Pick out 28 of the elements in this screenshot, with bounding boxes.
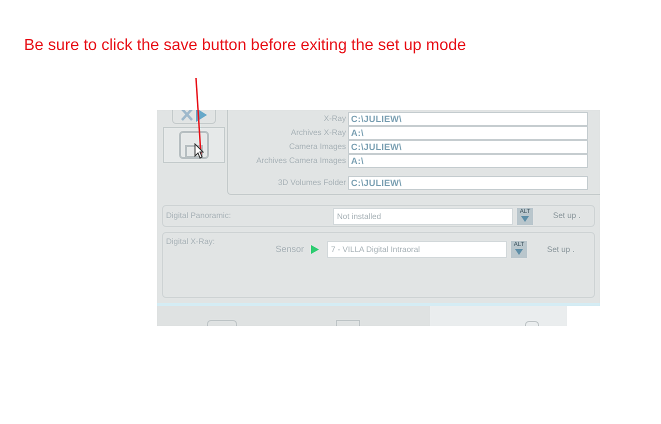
down-arrow-icon [515, 249, 523, 255]
toolbar-icon[interactable] [336, 320, 360, 326]
group-label: Digital X-Ray: [166, 236, 215, 248]
device-dropdown[interactable]: Not installed [333, 208, 513, 224]
field-label: Archives X-Ray [290, 127, 347, 139]
cancel-arrow-icon [180, 110, 208, 122]
play-icon [310, 245, 319, 254]
device-dropdown[interactable]: 7 - VILLA Digital Intraoral [327, 241, 507, 258]
toolbar-icon[interactable] [525, 321, 539, 326]
instruction-caption: Be sure to click the save button before exiting the set up mode [24, 37, 466, 54]
group-label: Digital Panoramic: [166, 210, 232, 222]
mouse-cursor-icon [194, 143, 204, 159]
setup-link[interactable]: Set up . [547, 244, 575, 256]
path-field[interactable]: C:\JULIEW\ [348, 140, 588, 154]
cancel-button[interactable] [172, 110, 216, 124]
path-field[interactable]: C:\JULIEW\ [348, 112, 588, 126]
field-label: X-Ray [322, 113, 347, 125]
path-field[interactable]: A:\ [348, 126, 588, 140]
field-label: 3D Volumes Folder [276, 177, 347, 189]
down-arrow-icon [521, 216, 529, 222]
sensor-label: Sensor [274, 242, 305, 256]
path-field[interactable]: C:\JULIEW\ [348, 176, 588, 190]
field-label: Archives Camera Images [255, 155, 347, 167]
toolbar-icon[interactable] [206, 320, 237, 326]
save-button[interactable] [162, 127, 224, 163]
field-label: Camera Images [288, 141, 347, 153]
setup-link[interactable]: Set up . [553, 210, 581, 222]
path-field[interactable]: A:\ [348, 154, 588, 168]
